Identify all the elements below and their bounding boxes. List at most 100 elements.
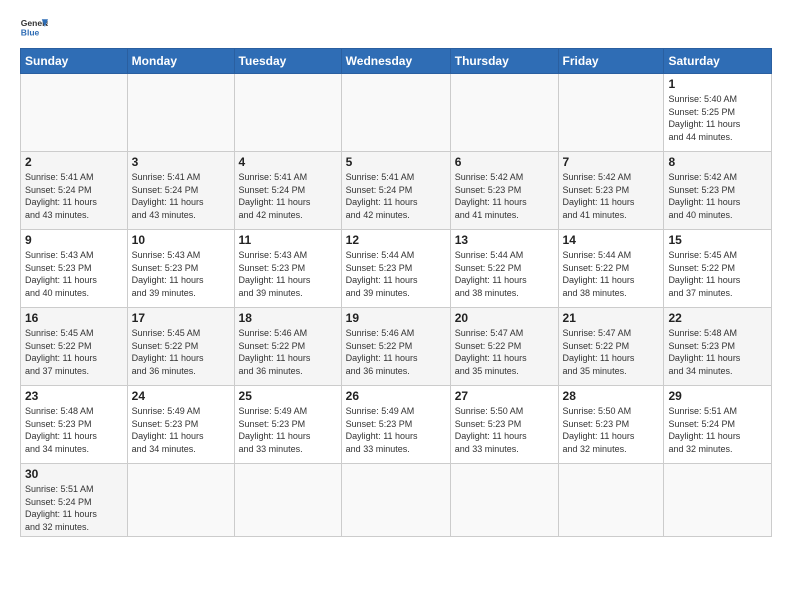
day-info: Sunrise: 5:44 AM Sunset: 5:22 PM Dayligh… [455, 249, 554, 299]
calendar-cell: 13Sunrise: 5:44 AM Sunset: 5:22 PM Dayli… [450, 230, 558, 308]
calendar-week-row: 1 Sunrise: 5:40 AM Sunset: 5:25 PM Daylig… [21, 74, 772, 152]
weekday-header-friday: Friday [558, 49, 664, 74]
calendar-cell: 21 Sunrise: 5:47 AM Sunset: 5:22 PM Dayli… [558, 308, 664, 386]
calendar-week-row: 2 Sunrise: 5:41 AM Sunset: 5:24 PM Daylig… [21, 152, 772, 230]
day-number: 2 [25, 155, 123, 169]
calendar-cell: 25 Sunrise: 5:49 AM Sunset: 5:23 PM Dayli… [234, 386, 341, 464]
weekday-header-tuesday: Tuesday [234, 49, 341, 74]
day-info: Sunrise: 5:44 AM Sunset: 5:23 PM Dayligh… [346, 249, 446, 299]
day-number: 20 [455, 311, 554, 325]
day-number: 29 [668, 389, 767, 403]
day-number: 11 [239, 233, 337, 247]
day-number: 7 [563, 155, 660, 169]
calendar-table: SundayMondayTuesdayWednesdayThursdayFrid… [20, 48, 772, 537]
calendar-cell: 7Sunrise: 5:42 AM Sunset: 5:23 PM Daylig… [558, 152, 664, 230]
day-info: Sunrise: 5:43 AM Sunset: 5:23 PM Dayligh… [132, 249, 230, 299]
calendar-cell: 15Sunrise: 5:45 AM Sunset: 5:22 PM Dayli… [664, 230, 772, 308]
day-number: 25 [239, 389, 337, 403]
calendar-cell [664, 464, 772, 537]
calendar-cell [234, 464, 341, 537]
day-info: Sunrise: 5:45 AM Sunset: 5:22 PM Dayligh… [25, 327, 123, 377]
day-info: Sunrise: 5:48 AM Sunset: 5:23 PM Dayligh… [25, 405, 123, 455]
calendar-cell: 23 Sunrise: 5:48 AM Sunset: 5:23 PM Dayli… [21, 386, 128, 464]
weekday-header-monday: Monday [127, 49, 234, 74]
day-number: 12 [346, 233, 446, 247]
calendar-cell: 22 Sunrise: 5:48 AM Sunset: 5:23 PM Dayli… [664, 308, 772, 386]
calendar-cell [127, 74, 234, 152]
day-info: Sunrise: 5:47 AM Sunset: 5:22 PM Dayligh… [455, 327, 554, 377]
day-number: 26 [346, 389, 446, 403]
day-info: Sunrise: 5:41 AM Sunset: 5:24 PM Dayligh… [346, 171, 446, 221]
calendar-cell [21, 74, 128, 152]
calendar-cell: 14 Sunrise: 5:44 AM Sunset: 5:22 PM Dayli… [558, 230, 664, 308]
day-number: 14 [563, 233, 660, 247]
day-info: Sunrise: 5:40 AM Sunset: 5:25 PM Dayligh… [668, 93, 767, 143]
calendar-cell [450, 74, 558, 152]
page: General Blue SundayMondayTuesdayWednesda… [0, 0, 792, 612]
day-info: Sunrise: 5:50 AM Sunset: 5:23 PM Dayligh… [563, 405, 660, 455]
day-number: 9 [25, 233, 123, 247]
weekday-header-row: SundayMondayTuesdayWednesdayThursdayFrid… [21, 49, 772, 74]
header: General Blue [20, 16, 772, 38]
day-number: 24 [132, 389, 230, 403]
day-number: 21 [563, 311, 660, 325]
day-number: 30 [25, 467, 123, 481]
day-info: Sunrise: 5:51 AM Sunset: 5:24 PM Dayligh… [25, 483, 123, 533]
calendar-cell: 16 Sunrise: 5:45 AM Sunset: 5:22 PM Dayli… [21, 308, 128, 386]
calendar-cell [558, 464, 664, 537]
day-number: 8 [668, 155, 767, 169]
day-number: 6 [455, 155, 554, 169]
calendar-cell [450, 464, 558, 537]
calendar-cell: 28 Sunrise: 5:50 AM Sunset: 5:23 PM Dayli… [558, 386, 664, 464]
day-info: Sunrise: 5:51 AM Sunset: 5:24 PM Dayligh… [668, 405, 767, 455]
weekday-header-thursday: Thursday [450, 49, 558, 74]
calendar-cell: 5 Sunrise: 5:41 AM Sunset: 5:24 PM Daylig… [341, 152, 450, 230]
day-info: Sunrise: 5:43 AM Sunset: 5:23 PM Dayligh… [25, 249, 123, 299]
day-number: 1 [668, 77, 767, 91]
weekday-header-sunday: Sunday [21, 49, 128, 74]
calendar-cell: 6 Sunrise: 5:42 AM Sunset: 5:23 PM Daylig… [450, 152, 558, 230]
calendar-cell: 26Sunrise: 5:49 AM Sunset: 5:23 PM Dayli… [341, 386, 450, 464]
calendar-cell: 4 Sunrise: 5:41 AM Sunset: 5:24 PM Daylig… [234, 152, 341, 230]
calendar-cell [341, 464, 450, 537]
day-info: Sunrise: 5:44 AM Sunset: 5:22 PM Dayligh… [563, 249, 660, 299]
day-number: 22 [668, 311, 767, 325]
calendar-cell: 1 Sunrise: 5:40 AM Sunset: 5:25 PM Daylig… [664, 74, 772, 152]
day-info: Sunrise: 5:42 AM Sunset: 5:23 PM Dayligh… [668, 171, 767, 221]
day-number: 17 [132, 311, 230, 325]
calendar-cell: 10 Sunrise: 5:43 AM Sunset: 5:23 PM Dayli… [127, 230, 234, 308]
weekday-header-saturday: Saturday [664, 49, 772, 74]
day-info: Sunrise: 5:43 AM Sunset: 5:23 PM Dayligh… [239, 249, 337, 299]
day-info: Sunrise: 5:48 AM Sunset: 5:23 PM Dayligh… [668, 327, 767, 377]
day-info: Sunrise: 5:45 AM Sunset: 5:22 PM Dayligh… [668, 249, 767, 299]
calendar-cell: 24Sunrise: 5:49 AM Sunset: 5:23 PM Dayli… [127, 386, 234, 464]
calendar-cell: 17 Sunrise: 5:45 AM Sunset: 5:22 PM Dayli… [127, 308, 234, 386]
calendar-cell: 29 Sunrise: 5:51 AM Sunset: 5:24 PM Dayli… [664, 386, 772, 464]
weekday-header-wednesday: Wednesday [341, 49, 450, 74]
day-info: Sunrise: 5:49 AM Sunset: 5:23 PM Dayligh… [239, 405, 337, 455]
calendar-week-row: 30 Sunrise: 5:51 AM Sunset: 5:24 PM Dayli… [21, 464, 772, 537]
calendar-cell: 8 Sunrise: 5:42 AM Sunset: 5:23 PM Daylig… [664, 152, 772, 230]
calendar-cell: 3Sunrise: 5:41 AM Sunset: 5:24 PM Daylig… [127, 152, 234, 230]
day-number: 28 [563, 389, 660, 403]
calendar-week-row: 16 Sunrise: 5:45 AM Sunset: 5:22 PM Dayli… [21, 308, 772, 386]
svg-text:Blue: Blue [21, 28, 40, 38]
day-number: 3 [132, 155, 230, 169]
generalblue-logo-icon: General Blue [20, 16, 48, 38]
calendar-cell: 19Sunrise: 5:46 AM Sunset: 5:22 PM Dayli… [341, 308, 450, 386]
day-info: Sunrise: 5:50 AM Sunset: 5:23 PM Dayligh… [455, 405, 554, 455]
day-info: Sunrise: 5:45 AM Sunset: 5:22 PM Dayligh… [132, 327, 230, 377]
logo: General Blue [20, 16, 48, 38]
day-info: Sunrise: 5:42 AM Sunset: 5:23 PM Dayligh… [455, 171, 554, 221]
day-number: 10 [132, 233, 230, 247]
day-info: Sunrise: 5:47 AM Sunset: 5:22 PM Dayligh… [563, 327, 660, 377]
day-info: Sunrise: 5:41 AM Sunset: 5:24 PM Dayligh… [239, 171, 337, 221]
day-info: Sunrise: 5:46 AM Sunset: 5:22 PM Dayligh… [239, 327, 337, 377]
day-number: 19 [346, 311, 446, 325]
day-number: 5 [346, 155, 446, 169]
calendar-cell: 20 Sunrise: 5:47 AM Sunset: 5:22 PM Dayli… [450, 308, 558, 386]
day-number: 16 [25, 311, 123, 325]
day-number: 23 [25, 389, 123, 403]
calendar-cell [558, 74, 664, 152]
day-number: 4 [239, 155, 337, 169]
